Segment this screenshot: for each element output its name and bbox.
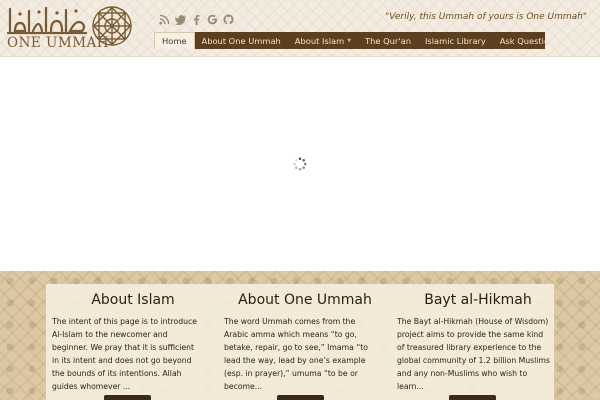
nav-label: About Islam <box>294 35 345 46</box>
footer-column-bayt-al-hikmah: Bayt al-Hikmah The Bayt al-Hikmah (House… <box>397 292 559 393</box>
nav-about-islam[interactable]: About Islam ▼ <box>288 32 358 49</box>
twitter-icon[interactable] <box>174 13 187 26</box>
main-content <box>0 56 600 271</box>
arabic-calligraphy-logo[interactable] <box>6 3 90 37</box>
chevron-down-icon: ▼ <box>347 37 352 44</box>
google-icon[interactable] <box>206 13 219 26</box>
nav-home[interactable]: Home <box>154 32 195 49</box>
nav-label: Home <box>162 36 187 46</box>
nav-label: The Qur'an <box>365 35 411 46</box>
nav-about-one-ummah[interactable]: About One Ummah <box>195 32 288 49</box>
nav-ask-questions[interactable]: Ask Questions <box>493 32 545 49</box>
spinner-icon <box>293 157 307 171</box>
social-icons <box>158 13 235 27</box>
footer-column-about-islam: About Islam The intent of this page is t… <box>52 292 214 393</box>
read-more-button[interactable] <box>104 395 151 400</box>
nav-label: Islamic Library <box>424 35 486 46</box>
column-body: The word Ummah comes from the Arabic amm… <box>224 317 368 391</box>
site-header: ONE UMMAH "Verily, this Ummah of yours i… <box>0 0 600 56</box>
column-title: About One Ummah <box>238 292 372 308</box>
facebook-icon[interactable] <box>190 13 203 26</box>
nav-the-quran[interactable]: The Qur'an <box>358 32 418 49</box>
footer-column-about-one-ummah: About One Ummah The word Ummah comes fro… <box>224 292 386 393</box>
rss-icon[interactable] <box>158 13 171 26</box>
github-icon[interactable] <box>222 13 235 26</box>
column-title: Bayt al-Hikmah <box>424 292 532 308</box>
nav-label: Ask Questions <box>499 35 545 46</box>
read-more-button[interactable] <box>449 395 496 400</box>
logo-text: ONE UMMAH <box>7 35 110 51</box>
nav-label: About One Ummah <box>201 35 281 46</box>
column-title: About Islam <box>91 292 175 308</box>
main-navigation: Home About One Ummah About Islam ▼ The Q… <box>154 32 545 49</box>
nav-islamic-library[interactable]: Islamic Library <box>418 32 493 49</box>
site-tagline: "Verily, this Ummah of yours is One Umma… <box>385 12 587 22</box>
read-more-button[interactable] <box>277 395 324 400</box>
column-body: The intent of this page is to introduce … <box>52 317 197 391</box>
column-body: The Bayt al-Hikmah (House of Wisdom) pro… <box>397 317 550 391</box>
